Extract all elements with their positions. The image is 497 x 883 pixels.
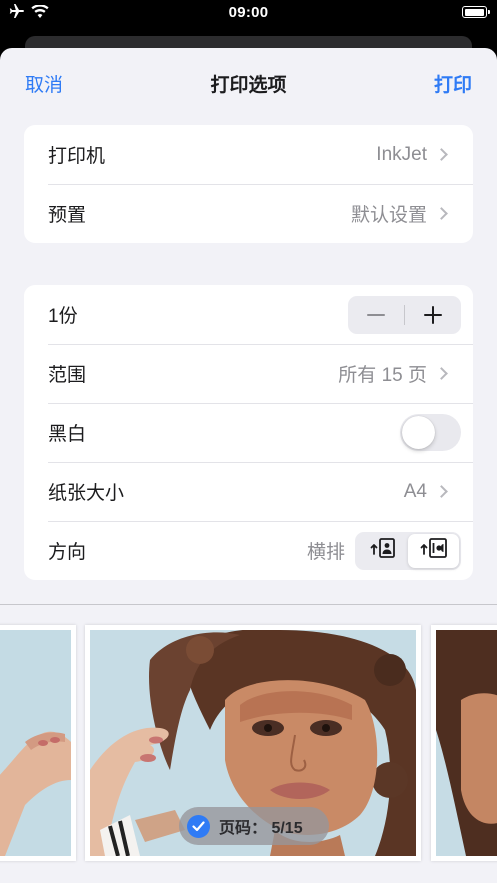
paper-size-row[interactable]: 纸张大小 A4 (24, 462, 473, 521)
chevron-right-icon (435, 367, 448, 380)
black-white-toggle[interactable] (400, 414, 461, 451)
page-number-label: 页码： 5/15 (219, 820, 303, 837)
printer-value-container: InkJet (376, 144, 449, 166)
preset-value-container: 默认设置 (351, 200, 449, 227)
printer-value: InkJet (376, 143, 427, 165)
printer-row[interactable]: 打印机 InkJet (24, 125, 473, 184)
preview-image (0, 630, 71, 856)
landscape-option[interactable] (408, 533, 459, 568)
page-title: 打印选项 (210, 75, 287, 96)
increment-button[interactable] (405, 296, 461, 334)
minus-icon (367, 313, 385, 316)
print-options-sheet: 取消 打印选项 打印 打印机 InkJet 预置 默认设置 1份 范围 所有 1… (0, 48, 497, 883)
nav-bar: 取消 打印选项 打印 (0, 48, 497, 114)
preview-image (436, 630, 497, 856)
checkmark-circle-icon (187, 814, 210, 838)
range-row[interactable]: 范围 所有 15 页 (24, 344, 473, 403)
chevron-right-icon (435, 485, 448, 498)
page-select-badge[interactable]: 页码： 5/15 (179, 807, 329, 845)
black-white-label: 黑白 (48, 424, 87, 445)
toggle-knob (402, 416, 435, 449)
battery-icon (462, 6, 490, 18)
range-label: 范围 (48, 365, 87, 386)
status-bar: 09:00 (0, 0, 497, 26)
copies-stepper (348, 295, 461, 334)
preset-value: 默认设置 (350, 205, 427, 226)
print-button[interactable]: 打印 (434, 70, 472, 97)
page-preview-previous[interactable] (0, 625, 76, 861)
printer-label: 打印机 (48, 146, 106, 167)
chevron-right-icon (435, 148, 448, 161)
preset-label: 预置 (48, 205, 87, 226)
range-value-container: 所有 15 页 (338, 360, 449, 387)
plus-icon (424, 305, 442, 324)
copies-label: 1份 (48, 306, 78, 327)
page-preview-next[interactable] (431, 625, 497, 861)
paper-size-value-container: A4 (404, 481, 449, 503)
paper-size-value: A4 (403, 480, 427, 502)
print-options-group: 1份 范围 所有 15 页 黑白 纸张大小 A4 方向 横排 (24, 285, 473, 580)
landscape-icon (420, 537, 448, 564)
status-time: 09:00 (228, 4, 269, 21)
section-divider (0, 604, 497, 605)
decrement-button[interactable] (348, 296, 404, 334)
paper-size-label: 纸张大小 (48, 483, 125, 504)
chevron-right-icon (435, 207, 448, 220)
preset-row[interactable]: 预置 默认设置 (24, 184, 473, 243)
black-white-row: 黑白 (24, 403, 473, 462)
range-value: 所有 15 页 (338, 365, 427, 386)
orientation-segmented-control (355, 531, 461, 570)
printer-settings-group: 打印机 InkJet 预置 默认设置 (24, 125, 473, 243)
portrait-option[interactable] (357, 534, 408, 568)
orientation-label: 方向 (48, 542, 87, 563)
orientation-row: 方向 横排 (24, 521, 473, 580)
portrait-icon (370, 537, 396, 564)
orientation-value: 横排 (306, 542, 345, 563)
copies-row: 1份 (24, 285, 473, 344)
